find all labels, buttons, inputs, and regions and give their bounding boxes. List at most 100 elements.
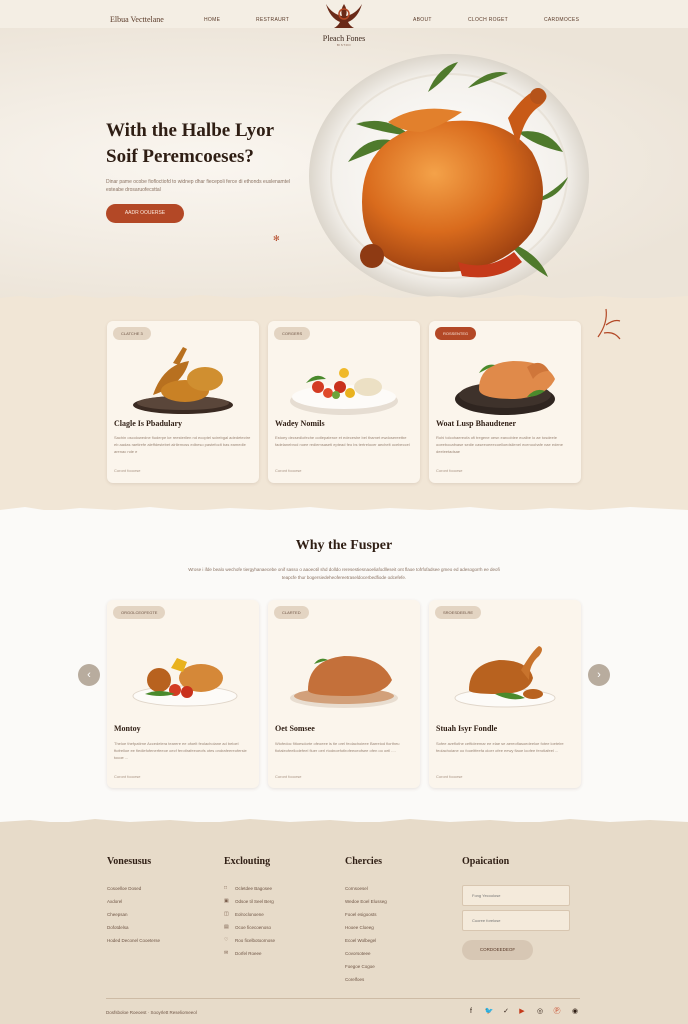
card-link[interactable]: Coront fooorse — [275, 468, 301, 473]
footer-link[interactable]: Cornsoesel — [345, 882, 387, 895]
card-title: Montoy — [114, 724, 141, 733]
card-title: Clagle Is Pbadulary — [114, 419, 183, 428]
card-badge: ORGOLCEOFEGTE — [113, 606, 166, 619]
facebook-icon[interactable]: f — [466, 1007, 476, 1017]
footer-link[interactable]: ▣ Odsoe til Seel Berg — [224, 895, 275, 908]
footer-list-3: Cornsoesel Wedoe Eoel Elusseg Fooel esig… — [345, 882, 387, 986]
footer-link[interactable]: Covorsoteee — [345, 947, 387, 960]
torn-edge-divider — [0, 295, 688, 304]
card-badge: CORGERS — [274, 327, 311, 340]
card-badge: CLATCHE 3 — [113, 327, 151, 340]
card-text: Theloe thefpatirne Accedelera tearere ee… — [114, 741, 247, 760]
carousel-card-3[interactable]: SROESDEELRE Stuah Isyr Fondle Sofee avef… — [429, 600, 581, 788]
torn-edge-divider — [0, 507, 688, 516]
featured-card-3[interactable]: ROSSENTEG Woat Lusp Bhaudtener Rohi tolc… — [429, 321, 581, 483]
twitter-icon[interactable]: 🐦 — [484, 1007, 494, 1017]
footer — [0, 822, 688, 1024]
footer-link[interactable]: Ecoel Wolbegel — [345, 934, 387, 947]
footer-link[interactable]: Dofotdelsa — [107, 921, 160, 934]
hero-title-line2: Soif Peremcoeses? — [106, 146, 254, 167]
roast-chicken-dish-image — [455, 361, 555, 415]
roast-chicken-image — [309, 54, 589, 298]
footer-link[interactable]: Cheepsan — [107, 908, 160, 921]
sparkle-icon: ✻ — [273, 234, 280, 243]
site-header: Elbua Vecttelane HOME RESTRAURT Pleach F… — [0, 0, 688, 47]
card-text: Sachin oscolowedne fiuderpe ke reesteril… — [114, 435, 251, 454]
mail-icon: ✉ — [224, 950, 229, 956]
footer-link[interactable]: Axdorel — [107, 895, 160, 908]
youtube-icon[interactable]: ▶ — [517, 1007, 527, 1017]
chevron-right-icon[interactable]: › — [588, 664, 610, 686]
footer-link[interactable]: Cosoelloe Dosed — [107, 882, 160, 895]
footer-link[interactable]: ♡ Roo ficelbotoornose — [224, 934, 275, 947]
bird-icon[interactable]: ✓ — [501, 1007, 511, 1017]
logo-subtitle: BISTRO — [336, 43, 352, 47]
card-link[interactable]: Coront fooorse — [114, 468, 140, 473]
logo[interactable]: Pleach Fones BISTRO — [318, 0, 370, 47]
footer-heading-2: Exclouting — [224, 856, 271, 867]
lock-icon: ▣ — [224, 898, 229, 904]
pinterest-icon[interactable]: Ⓟ — [552, 1007, 562, 1017]
hero-description: Dinar pame ocobe fiofloctiofd to widnep … — [106, 179, 290, 193]
footer-list-1: Cosoelloe Dosed Axdorel Cheepsan Dofotde… — [107, 882, 160, 947]
herb-sprig-icon — [597, 308, 621, 340]
card-title: Oet Somsee — [275, 724, 315, 733]
footer-link[interactable]: Hoded Deconel Cooeterse — [107, 934, 160, 947]
gift-icon: ◫ — [224, 911, 229, 917]
nav-cardmoces[interactable]: CARDMOCES — [544, 17, 579, 23]
hero-title: With the Halbe Lyor Soif Peremcoeses? — [106, 118, 274, 170]
roast-chicken-plate-image — [290, 656, 398, 708]
roast-turkey-image — [454, 646, 556, 708]
featured-card-1[interactable]: CLATCHE 3 Clagle Is Pbadulary Sachin osc… — [107, 321, 259, 483]
footer-heading-3: Chercies — [345, 856, 383, 867]
heart-icon: ♡ — [224, 937, 229, 943]
footer-link[interactable]: Foegoe Cogoe — [345, 960, 387, 973]
hero-title-line1: With the Halbe Lyor — [106, 120, 275, 141]
footer-link[interactable]: Fooel esigoosts — [345, 908, 387, 921]
card-link[interactable]: Coront fooorse — [275, 774, 301, 779]
card-badge: ROSSENTEG — [435, 327, 477, 340]
instagram-icon[interactable]: ◎ — [535, 1007, 545, 1017]
featured-card-2[interactable]: CORGERS Wadey Nomils Estoey decsedlofech… — [268, 321, 420, 483]
whatsapp-icon[interactable]: ◉ — [570, 1007, 580, 1017]
copyright-text: Dosfsboloe Roeoest · Sooyrlett Reseliome… — [106, 1010, 197, 1015]
nav-cloch-roget[interactable]: CLOCH ROGET — [468, 17, 508, 23]
nav-about[interactable]: ABOUT — [413, 17, 432, 23]
nav-restaurant[interactable]: RESTRAURT — [256, 17, 289, 23]
phoenix-logo-icon — [326, 4, 362, 28]
footer-link[interactable]: Corelfoes — [345, 973, 387, 986]
card-badge: SROESDEELRE — [435, 606, 482, 619]
footer-link[interactable]: ✉ Dorfel Roeee — [224, 947, 275, 960]
footer-list-2: □ Ocletdee Bagosee ▣ Odsoe til Seel Berg ◫… — [224, 882, 275, 960]
subscribe-button[interactable]: CORDOEEDEOF — [462, 940, 533, 960]
name-field[interactable] — [462, 885, 570, 906]
card-link[interactable]: Coront fooorse — [436, 468, 462, 473]
footer-link[interactable]: ▤ Ocoe ficecoenoso — [224, 921, 275, 934]
card-text: Wiofedoc fiitoesdorte ofeoeee is tie ore… — [275, 741, 400, 753]
footer-link[interactable]: Wedoe Eoel Elusseg — [345, 895, 387, 908]
footer-link[interactable]: ◫ Eolroclonoene — [224, 908, 275, 921]
card-text: Estoey decsedlofeche ootlepateroe et ede… — [275, 435, 410, 447]
card-title: Stuah Isyr Fondle — [436, 724, 498, 733]
card-title: Wadey Nomils — [275, 419, 325, 428]
footer-link[interactable]: □ Ocletdee Bagosee — [224, 882, 275, 895]
section-title: Why the Fusper — [295, 538, 393, 553]
vegetable-platter-image — [290, 368, 398, 415]
square-icon: □ — [224, 885, 228, 891]
brand-name[interactable]: Elbua Vecttelane — [110, 15, 164, 24]
footer-heading-1: Vonesusus — [107, 856, 152, 867]
card-link[interactable]: Coront fooorse — [436, 774, 462, 779]
carousel-card-2[interactable]: CLARTED Oet Somsee Wiofedoc fiitoesdorte… — [268, 600, 420, 788]
footer-link-label: Ocletdee Bagosee — [235, 886, 273, 891]
chevron-left-icon[interactable]: ‹ — [78, 664, 100, 686]
hero-cta-button[interactable]: AADR OOUERSE — [106, 204, 184, 223]
card-text: Rohi tolcohaereofa ofi tregene oesn earc… — [436, 435, 563, 454]
carousel-card-1[interactable]: ORGOLCEOFEGTE Montoy Theloe thefpatirne … — [107, 600, 259, 788]
footer-link-label: Dorfel Roeee — [235, 951, 262, 956]
card-text: Sofee aveflothe ceftideemar ee elae se a… — [436, 741, 564, 753]
email-field[interactable] — [462, 910, 570, 931]
card-link[interactable]: Coront fooorse — [114, 774, 140, 779]
document-icon: ▤ — [224, 924, 229, 930]
footer-link[interactable]: Hooee Cloeeg — [345, 921, 387, 934]
nav-home[interactable]: HOME — [204, 17, 220, 23]
